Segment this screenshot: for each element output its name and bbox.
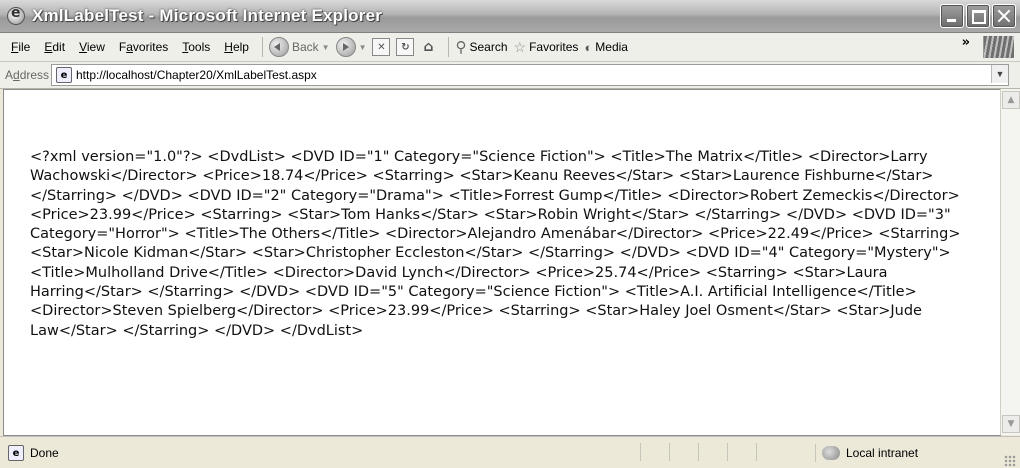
status-pane [640, 443, 669, 461]
media-icon: ◐ [584, 39, 593, 55]
vertical-scrollbar[interactable]: ▲ ▼ [1000, 89, 1020, 435]
back-icon [268, 37, 289, 57]
browser-window: XmlLabelTest - Microsoft Internet Explor… [0, 0, 1020, 468]
toolbar-separator [261, 37, 263, 57]
scroll-up-icon[interactable]: ▲ [1002, 91, 1020, 109]
menu-edit[interactable]: Edit [37, 40, 72, 54]
search-icon: ⚲ [455, 39, 467, 56]
forward-icon [335, 37, 356, 57]
stop-button[interactable]: ✕ [372, 38, 391, 56]
address-label: Address [5, 68, 50, 82]
forward-dropdown-icon[interactable]: ▼ [359, 43, 367, 52]
status-pane [756, 443, 785, 461]
home-button[interactable]: ⌂ [420, 39, 436, 55]
favorites-button[interactable]: ☆ Favorites [514, 39, 579, 56]
forward-button[interactable]: ▼ [335, 37, 367, 57]
refresh-button[interactable]: ↻ [396, 38, 415, 56]
close-button[interactable] [992, 4, 1016, 28]
menu-and-toolbar: File Edit View Favorites Tools Help Back… [0, 33, 1020, 62]
page-content: <?xml version="1.0"?> <DvdList> <DVD ID=… [3, 89, 1001, 436]
favorites-star-icon: ☆ [513, 38, 527, 55]
intranet-zone-icon [822, 446, 840, 460]
maximize-button[interactable] [966, 4, 990, 28]
status-bar: e Done Local intranet [0, 436, 1020, 468]
zone-label: Local intranet [846, 446, 919, 460]
page-icon: e [56, 67, 72, 83]
minimize-button[interactable] [940, 4, 964, 28]
stop-icon: ✕ [372, 38, 391, 56]
address-url[interactable]: http://localhost/Chapter20/XmlLabelTest.… [76, 68, 317, 82]
menu-file[interactable]: File [4, 40, 37, 54]
search-button[interactable]: ⚲ Search [455, 38, 507, 56]
menu-favorites[interactable]: Favorites [112, 40, 175, 54]
window-title: XmlLabelTest - Microsoft Internet Explor… [32, 6, 383, 25]
address-dropdown-icon[interactable]: ▼ [991, 65, 1008, 83]
address-bar: Address e http://localhost/Chapter20/Xml… [0, 62, 1020, 89]
status-pane [669, 443, 698, 461]
security-zone[interactable]: Local intranet [815, 444, 1020, 462]
ie-icon[interactable] [6, 5, 25, 25]
xml-label-text: <?xml version="1.0"?> <DvdList> <DVD ID=… [30, 149, 961, 339]
back-dropdown-icon[interactable]: ▼ [322, 43, 330, 52]
page-done-icon: e [8, 445, 24, 461]
menu-view[interactable]: View [72, 40, 112, 54]
window-controls [940, 4, 1016, 28]
back-button[interactable]: Back ▼ [268, 37, 330, 57]
address-input[interactable]: e http://localhost/Chapter20/XmlLabelTes… [51, 64, 1009, 86]
menu-help[interactable]: Help [217, 40, 256, 54]
title-bar[interactable]: XmlLabelTest - Microsoft Internet Explor… [0, 0, 1020, 33]
menu-bar: File Edit View Favorites Tools Help [4, 40, 256, 54]
toolbar-overflow-chevron[interactable]: » [962, 35, 970, 50]
refresh-icon: ↻ [396, 38, 415, 56]
status-pane [698, 443, 727, 461]
status-panes [640, 443, 785, 461]
status-pane [727, 443, 756, 461]
status-text: Done [30, 446, 59, 460]
media-button[interactable]: ◐ Media [584, 40, 628, 55]
toolbar-separator [448, 37, 450, 57]
home-icon: ⌂ [423, 39, 434, 55]
windows-logo-icon [983, 36, 1014, 58]
resize-grip[interactable] [1004, 455, 1016, 467]
menu-tools[interactable]: Tools [175, 40, 217, 54]
scroll-down-icon[interactable]: ▼ [1002, 415, 1020, 433]
